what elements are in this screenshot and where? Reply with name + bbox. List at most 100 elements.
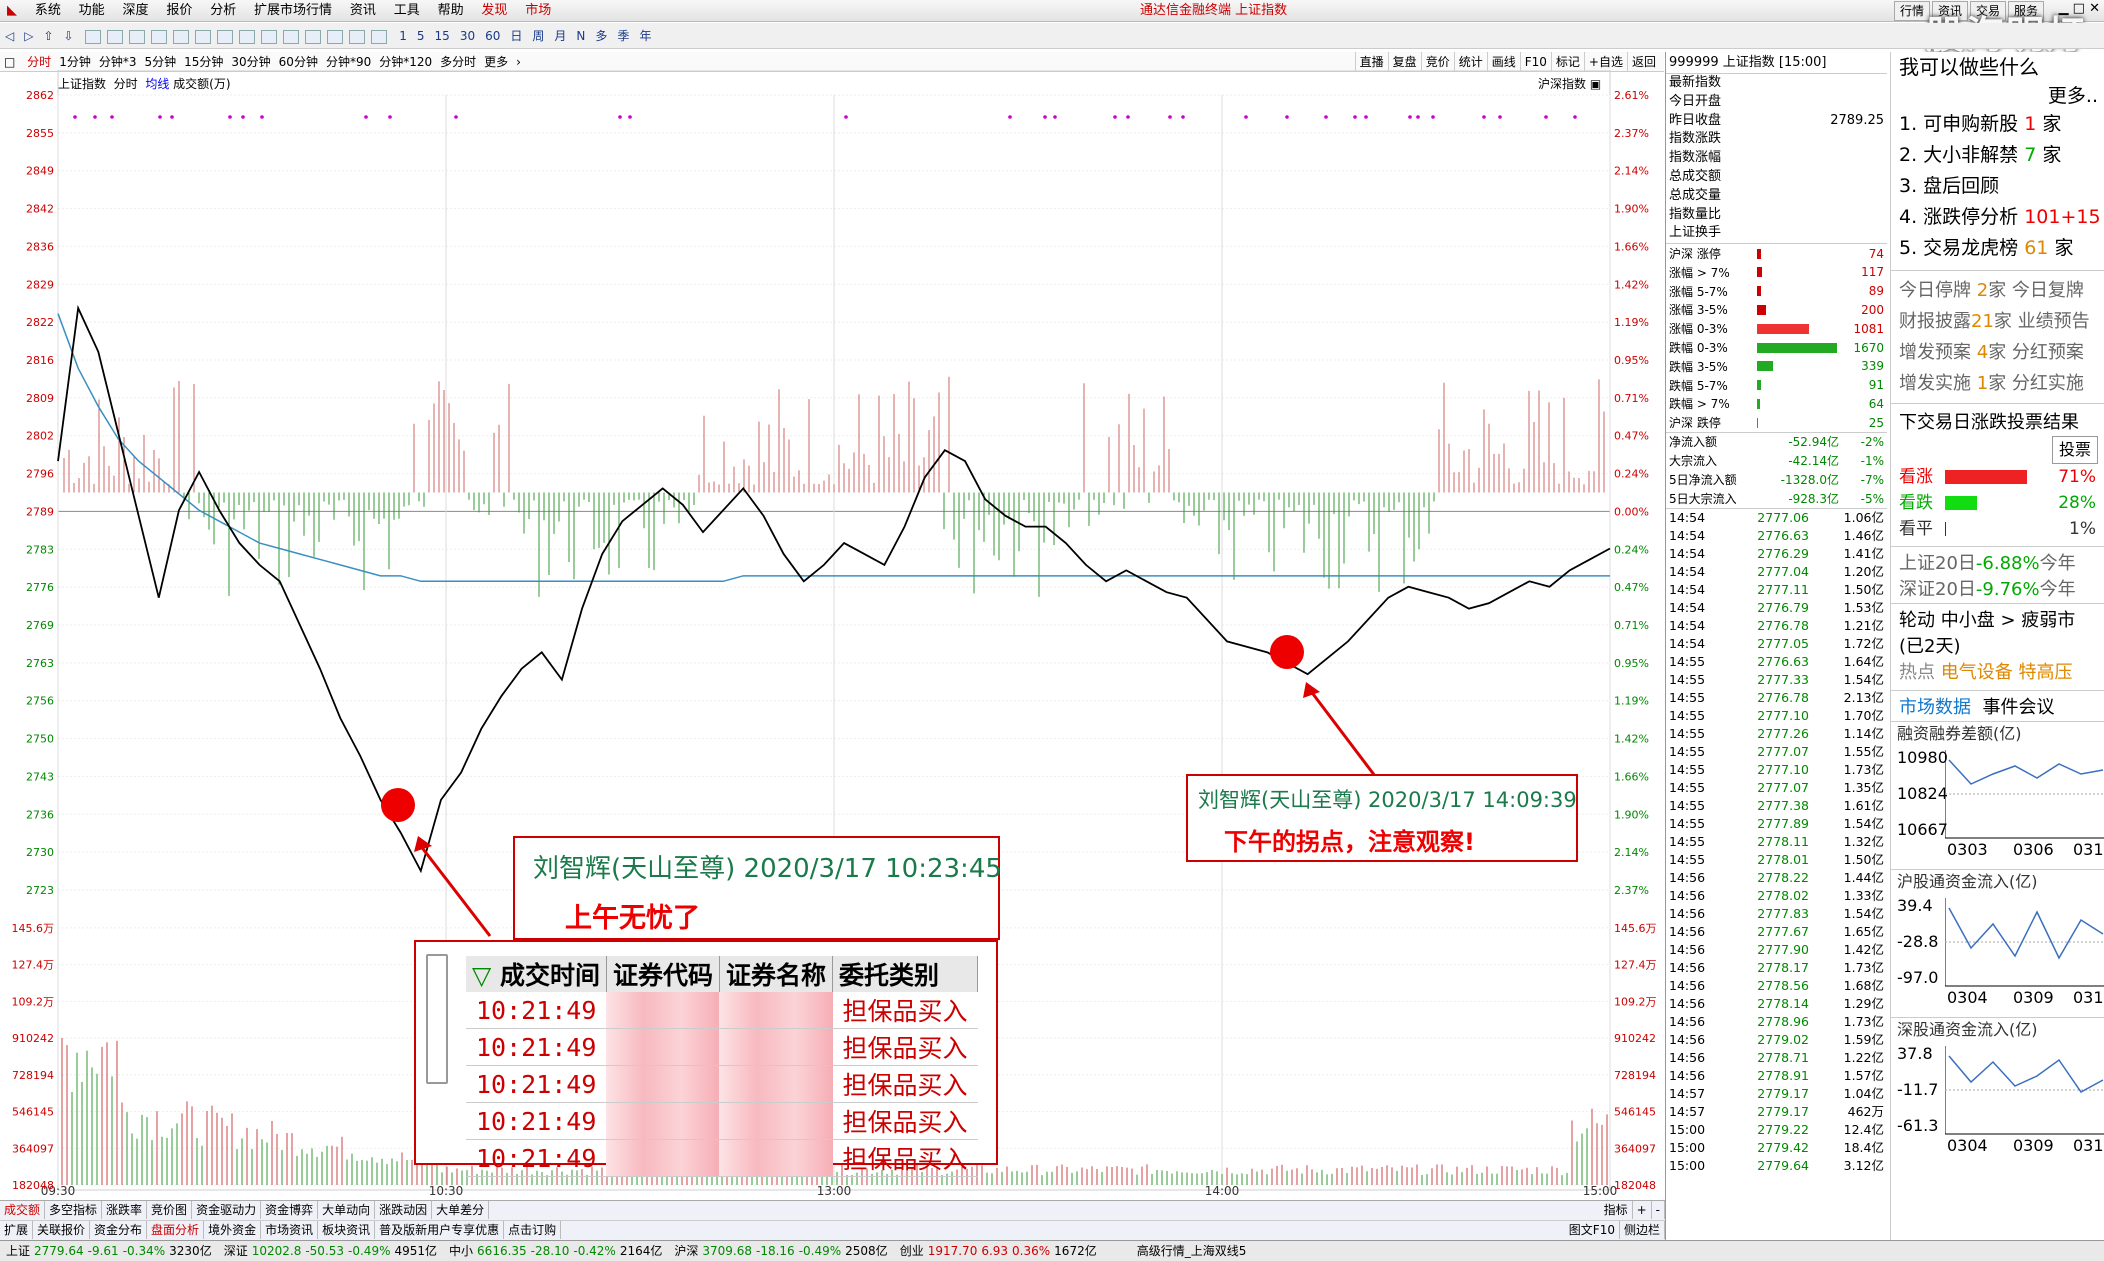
- period-btn[interactable]: 1: [394, 23, 412, 48]
- mini-chart[interactable]: 深股通资金流入(亿) 37.8 -11.7 -61.3 0304 0309 031: [1891, 1017, 2104, 1165]
- period-btn[interactable]: 周: [527, 23, 549, 48]
- tab-indicator[interactable]: 竞价图: [147, 1201, 193, 1219]
- col-header[interactable]: 证券代码: [606, 956, 720, 992]
- tab-period[interactable]: 5分钟: [140, 52, 180, 71]
- table-icon[interactable]: [107, 29, 124, 44]
- index-quote[interactable]: 上证 2779.64 -9.61 -0.34% 3230亿: [0, 1241, 218, 1261]
- pen-icon[interactable]: [371, 29, 388, 44]
- line-chart-icon[interactable]: [305, 29, 322, 44]
- tab-period[interactable]: 分钟*120: [375, 52, 436, 71]
- checkbox-icon[interactable]: □: [0, 52, 19, 71]
- side-more-link[interactable]: 更多..: [1891, 83, 2104, 109]
- tab-market-data[interactable]: 市场数据: [1899, 697, 1971, 718]
- ticks-list[interactable]: 14:54 2777.06 1.06亿 14:54 2776.63 1.46亿 14:54 2…: [1666, 508, 1887, 1175]
- side-link[interactable]: 5. 交易龙虎榜 61 家: [1891, 233, 2104, 264]
- side-link[interactable]: 3. 盘后回顾: [1891, 171, 2104, 202]
- menu-item[interactable]: 报价: [159, 0, 199, 21]
- period-btn[interactable]: N: [571, 23, 590, 48]
- side-link[interactable]: 2. 大小非解禁 7 家: [1891, 140, 2104, 171]
- fund-icon[interactable]: [239, 29, 256, 44]
- kline-icon[interactable]: [151, 29, 168, 44]
- tab-period[interactable]: 30分钟: [227, 52, 274, 71]
- col-header[interactable]: 证券名称: [719, 956, 834, 992]
- index-quote[interactable]: 创业 1917.70 6.93 0.36% 1672亿: [894, 1241, 1103, 1261]
- tool-btn[interactable]: 返回: [1626, 52, 1660, 71]
- zoom-in-icon[interactable]: +: [1633, 1201, 1652, 1219]
- tool-btn[interactable]: 统计: [1453, 52, 1487, 71]
- tab-quotes[interactable]: 行情: [1893, 1, 1930, 21]
- f10-icon[interactable]: [173, 29, 190, 44]
- tab-period[interactable]: 分钟*3: [95, 52, 141, 71]
- tab-ext[interactable]: 普及版新用户专享优惠: [375, 1221, 505, 1239]
- zoom-out-icon[interactable]: -: [1652, 1201, 1665, 1219]
- period-btn[interactable]: 5: [412, 23, 430, 48]
- tab-ext[interactable]: 盘面分析: [147, 1221, 205, 1239]
- menu-item-market[interactable]: 市场: [518, 0, 558, 21]
- tool-btn[interactable]: 复盘: [1387, 52, 1421, 71]
- forward-icon[interactable]: ▷: [19, 23, 38, 48]
- period-btn[interactable]: 30: [455, 23, 480, 48]
- grid-icon[interactable]: [85, 29, 102, 44]
- tool-btn[interactable]: 竞价: [1420, 52, 1454, 71]
- menu-item[interactable]: 功能: [72, 0, 112, 21]
- tab-indicator[interactable]: 涨跌动因: [375, 1201, 433, 1219]
- tab-indicator[interactable]: 资金博弈: [261, 1201, 319, 1219]
- chevron-right-icon[interactable]: ›: [512, 52, 525, 71]
- bar-chart-icon[interactable]: [327, 29, 344, 44]
- tab-events[interactable]: 事件会议: [1982, 697, 2054, 718]
- app-logo-icon[interactable]: ◣: [0, 0, 24, 21]
- tab-indicator[interactable]: 大单动向: [318, 1201, 376, 1219]
- up-icon[interactable]: ⇧: [38, 23, 58, 48]
- side-stat[interactable]: 增发实施 1家 分红实施: [1891, 368, 2104, 399]
- menu-item[interactable]: 帮助: [431, 0, 471, 21]
- tool-btn[interactable]: 画线: [1486, 52, 1520, 71]
- side-link[interactable]: 4. 涨跌停分析 101+15: [1891, 202, 2104, 233]
- tool-btn[interactable]: +自选: [1583, 52, 1627, 71]
- news-icon[interactable]: [261, 29, 278, 44]
- side-stat[interactable]: 今日停牌 2家 今日复牌: [1891, 275, 2104, 306]
- indicator-btn[interactable]: 指标: [1600, 1201, 1633, 1219]
- tab-indicator[interactable]: 资金驱动力: [192, 1201, 262, 1219]
- chart-icon[interactable]: [129, 29, 146, 44]
- tab-ext[interactable]: 资金分布: [90, 1221, 148, 1239]
- index-quote[interactable]: 沪深 3709.68 -18.16 -0.49% 2508亿: [668, 1241, 893, 1261]
- tab-ext[interactable]: 点击订购: [504, 1221, 562, 1239]
- tab-period[interactable]: 60分钟: [275, 52, 322, 71]
- menu-item[interactable]: 深度: [116, 0, 156, 21]
- col-header[interactable]: ▽ 成交时间: [466, 956, 607, 992]
- period-btn[interactable]: 60: [480, 23, 505, 48]
- menu-item[interactable]: 分析: [203, 0, 243, 21]
- menu-item[interactable]: 工具: [387, 0, 427, 21]
- window-icon[interactable]: [195, 29, 212, 44]
- tab-ext[interactable]: 市场资讯: [261, 1221, 319, 1239]
- table-row[interactable]: 10:21:49 担保品买入: [466, 1028, 978, 1066]
- tab-period[interactable]: 15分钟: [180, 52, 227, 71]
- tab-indicator[interactable]: 涨跌率: [102, 1201, 148, 1219]
- tab-period[interactable]: 分时: [23, 52, 55, 71]
- tab-ext[interactable]: 板块资讯: [318, 1221, 376, 1239]
- table-row[interactable]: 10:21:49 担保品买入: [466, 1065, 978, 1103]
- period-btn[interactable]: 日: [505, 23, 527, 48]
- alert-icon[interactable]: [283, 29, 300, 44]
- tab-ext[interactable]: 境外资金: [204, 1221, 262, 1239]
- tab-period-more[interactable]: 更多: [480, 52, 512, 71]
- down-icon[interactable]: ⇩: [59, 23, 79, 48]
- side-link[interactable]: 1. 可申购新股 1 家: [1891, 109, 2104, 140]
- calc-icon[interactable]: [217, 29, 234, 44]
- index-quote[interactable]: 深证 10202.8 -50.53 -0.49% 4951亿: [218, 1241, 443, 1261]
- tab-indicator[interactable]: 成交额: [0, 1201, 46, 1219]
- period-btn[interactable]: 多: [590, 23, 612, 48]
- tab-ext[interactable]: 扩展: [0, 1221, 34, 1239]
- table-row[interactable]: 10:21:49 担保品买入: [466, 1139, 978, 1177]
- menu-item-discover[interactable]: 发现: [474, 0, 514, 21]
- period-btn[interactable]: 年: [634, 23, 656, 48]
- tab-indicator[interactable]: 大单差分: [432, 1201, 490, 1219]
- side-stat[interactable]: 财报披露21家 业绩预告: [1891, 306, 2104, 337]
- period-btn[interactable]: 月: [549, 23, 571, 48]
- menu-item[interactable]: 扩展市场行情: [247, 0, 339, 21]
- table-row[interactable]: 10:21:49 担保品买入: [466, 992, 978, 1029]
- period-btn[interactable]: 15: [430, 23, 455, 48]
- tab-period[interactable]: 分钟*90: [322, 52, 375, 71]
- hushen-index-label[interactable]: 沪深指数 ▣: [1538, 75, 1601, 92]
- menu-item[interactable]: 资讯: [343, 0, 383, 21]
